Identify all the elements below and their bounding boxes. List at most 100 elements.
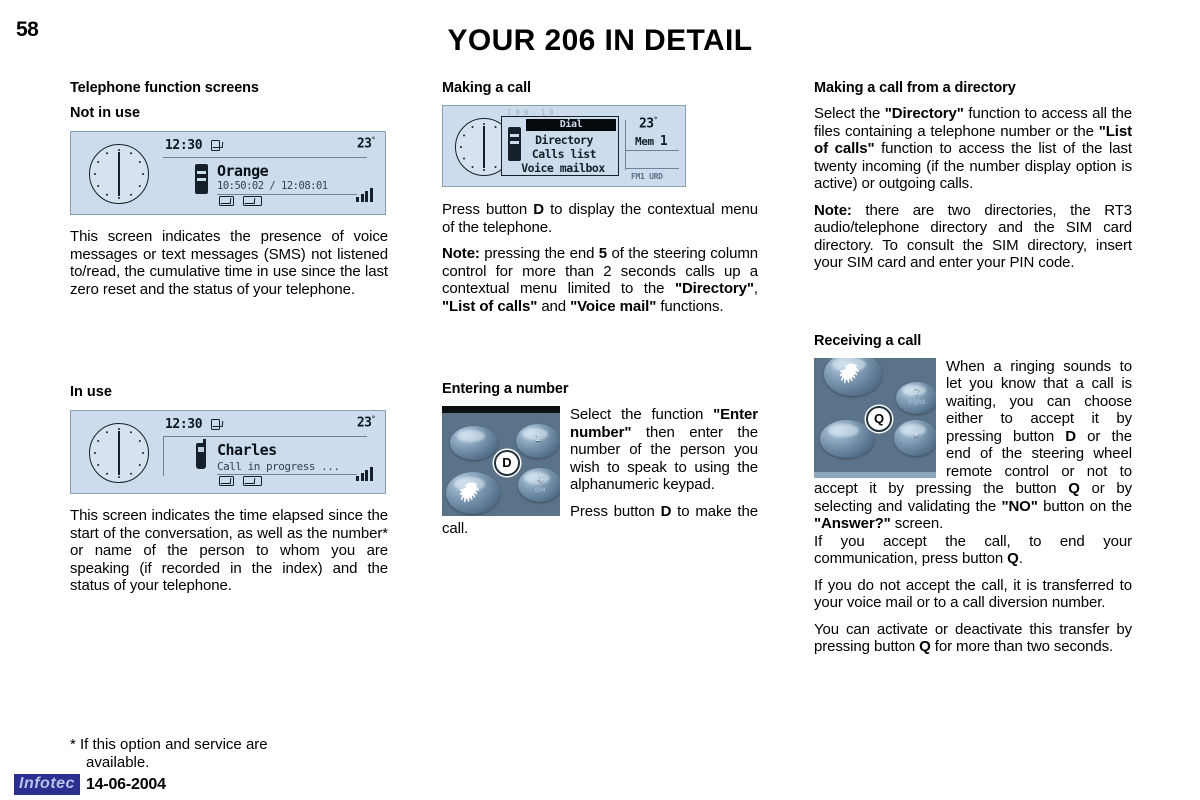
keypad-key-1-label: 1 (535, 433, 541, 444)
signal-bars-icon (356, 188, 373, 202)
footnote: * If this option and service are availab… (70, 736, 388, 771)
text-fragment: screen. (890, 515, 944, 532)
lcd-clock-time: 12:30 (165, 417, 203, 432)
note-label: Note: (442, 245, 480, 262)
keypad-key-7-sublabel: PQRS (908, 399, 926, 406)
temperature-unit: ° (653, 116, 658, 124)
temperature-unit: ° (371, 136, 375, 144)
button-ref-5: 5 (598, 245, 608, 262)
column-making-a-call: Making a call 1 0 0 . 1 0 23° Mem 1 FM1 … (442, 80, 758, 538)
button-ref-d: D (660, 502, 672, 520)
heading-receiving-a-call: Receiving a call (814, 332, 922, 349)
lcd-band-indicator: FM1 URD (631, 172, 663, 181)
text-fragment: button on the (1037, 497, 1133, 515)
menu-item-voice-mailbox[interactable]: Voice mailbox (508, 161, 618, 175)
contextual-menu-popup: Dial Directory Calls list Voice mailbox (501, 116, 619, 176)
text-activate-transfer: You can activate or deactivate this tran… (814, 621, 1132, 656)
entering-a-number-block: 1 4 GHI D Select the function "Enter num… (442, 406, 758, 538)
heading-making-a-call-from-a-directory: Making a call from a directory (814, 80, 1016, 96)
button-ref-q: Q (1068, 480, 1080, 497)
keypad-key-lion[interactable] (446, 472, 500, 514)
lcd-memory-indicator: Mem 1 (635, 134, 668, 149)
keypad-key-7[interactable]: 7 PQRS (896, 381, 936, 414)
memory-label: Mem (635, 135, 654, 148)
text-fragment: If you accept the call, to end your comm… (814, 532, 1132, 568)
footer-date: 14-06-2004 (85, 775, 166, 793)
lcd-temperature: 23° (639, 116, 658, 131)
temperature-value: 23 (356, 136, 372, 152)
button-ref-d: D (1065, 427, 1077, 445)
memory-value: 1 (659, 134, 668, 149)
column-directory-and-receiving: Making a call from a directory Select th… (814, 80, 1132, 656)
note-label: Note: (814, 201, 852, 219)
keypad-photo-receiving-call: 7 PQRS * Q (814, 357, 936, 478)
footnote-line-2: available. (86, 753, 150, 771)
button-ref-d: D (533, 201, 544, 218)
function-ref-voice-mail: "Voice mail" (570, 297, 657, 315)
peugeot-lion-icon (840, 362, 859, 383)
callout-button-d: D (494, 450, 520, 476)
keypad-key-4-label: 4 (537, 474, 543, 485)
lcd-screen-not-in-use: 12:30 23° Orange 10:50:02 / 12:08:01 (70, 131, 386, 215)
photo-bottom-strip (814, 471, 936, 478)
text-press-button-d: Press button D to display the contextual… (442, 201, 758, 236)
function-ref-directory: "Directory" (884, 105, 964, 122)
peugeot-lion-icon (460, 482, 479, 503)
text-fragment: . (1018, 550, 1023, 567)
text-end-communication: If you accept the call, to end your comm… (814, 533, 1132, 568)
button-ref-no: "NO" (1001, 497, 1038, 515)
keypad-key-blank-top-left[interactable] (450, 426, 498, 460)
voicemail-icon (243, 476, 262, 486)
keypad-key-star-label: * (913, 428, 919, 444)
menu-item-dial[interactable]: Dial (526, 119, 616, 131)
receiving-a-call-block: 7 PQRS * Q When a ringing sounds to let … (814, 357, 1133, 533)
text-directory-description: Select the "Directory" function to acces… (814, 105, 1132, 193)
signal-bars-icon (356, 467, 373, 481)
function-ref-list-of-calls: "List of calls" (442, 297, 538, 315)
button-ref-q: Q (919, 638, 931, 655)
heading-in-use: In use (70, 384, 112, 400)
lcd-call-status: Call in progress ... (217, 460, 340, 473)
lcd-temperature: 23° (356, 415, 376, 431)
keypad-key-lion[interactable] (824, 357, 882, 396)
analog-clock-icon (89, 144, 149, 204)
lcd-call-timers: 10:50:02 / 12:08:01 (217, 180, 328, 192)
footnote-marker: * (70, 736, 76, 753)
menu-item-calls-list[interactable]: Calls list (512, 147, 616, 161)
infotec-logo: Infotec (14, 774, 80, 795)
lcd-network-name: Orange (217, 162, 269, 180)
footer: Infotec 14-06-2004 (14, 774, 166, 795)
text-fragment: and (537, 297, 571, 315)
footnote-line-1: If this option and service are (80, 736, 268, 753)
text-fragment: there are two directories, the RT3 audio… (814, 201, 1132, 272)
keypad-key-1[interactable]: 1 (516, 424, 560, 458)
keypad-key-4[interactable]: 4 GHI (518, 468, 560, 502)
heading-telephone-function-screens: Telephone function screens (70, 80, 259, 96)
keypad-key-star[interactable]: * (894, 419, 936, 456)
envelope-icon (219, 196, 234, 206)
text-fragment: Press button (442, 201, 534, 218)
lcd-temperature: 23° (356, 136, 376, 152)
handset-icon (196, 439, 206, 469)
temperature-value: 23 (356, 415, 372, 431)
photo-top-strip (442, 406, 560, 413)
column-telephone-function-screens: Telephone function screens Not in use 12… (70, 80, 388, 595)
text-fragment: functions. (656, 297, 724, 315)
heading-making-a-call: Making a call (442, 80, 531, 96)
envelope-icon (219, 476, 234, 486)
handset-icon (195, 164, 208, 194)
keypad-key-blank-bottom-left[interactable] (820, 419, 874, 458)
button-ref-q: Q (1007, 550, 1019, 567)
heading-not-in-use: Not in use (70, 105, 141, 121)
menu-item-directory[interactable]: Directory (512, 133, 616, 147)
keypad-key-4-sublabel: GHI (534, 488, 546, 494)
page-title: YOUR 206 IN DETAIL (447, 24, 753, 57)
text-fragment: , (753, 280, 758, 297)
sms-icon (211, 140, 220, 151)
text-directory-note: Note: there are two directories, the RT3… (814, 202, 1132, 272)
text-not-in-use-description: This screen indicates the presence of vo… (70, 228, 388, 298)
temperature-unit: ° (371, 415, 375, 423)
text-fragment: pressing the end (479, 245, 599, 262)
text-in-use-description: This screen indicates the time elapsed s… (70, 507, 388, 594)
sms-icon (211, 419, 220, 430)
